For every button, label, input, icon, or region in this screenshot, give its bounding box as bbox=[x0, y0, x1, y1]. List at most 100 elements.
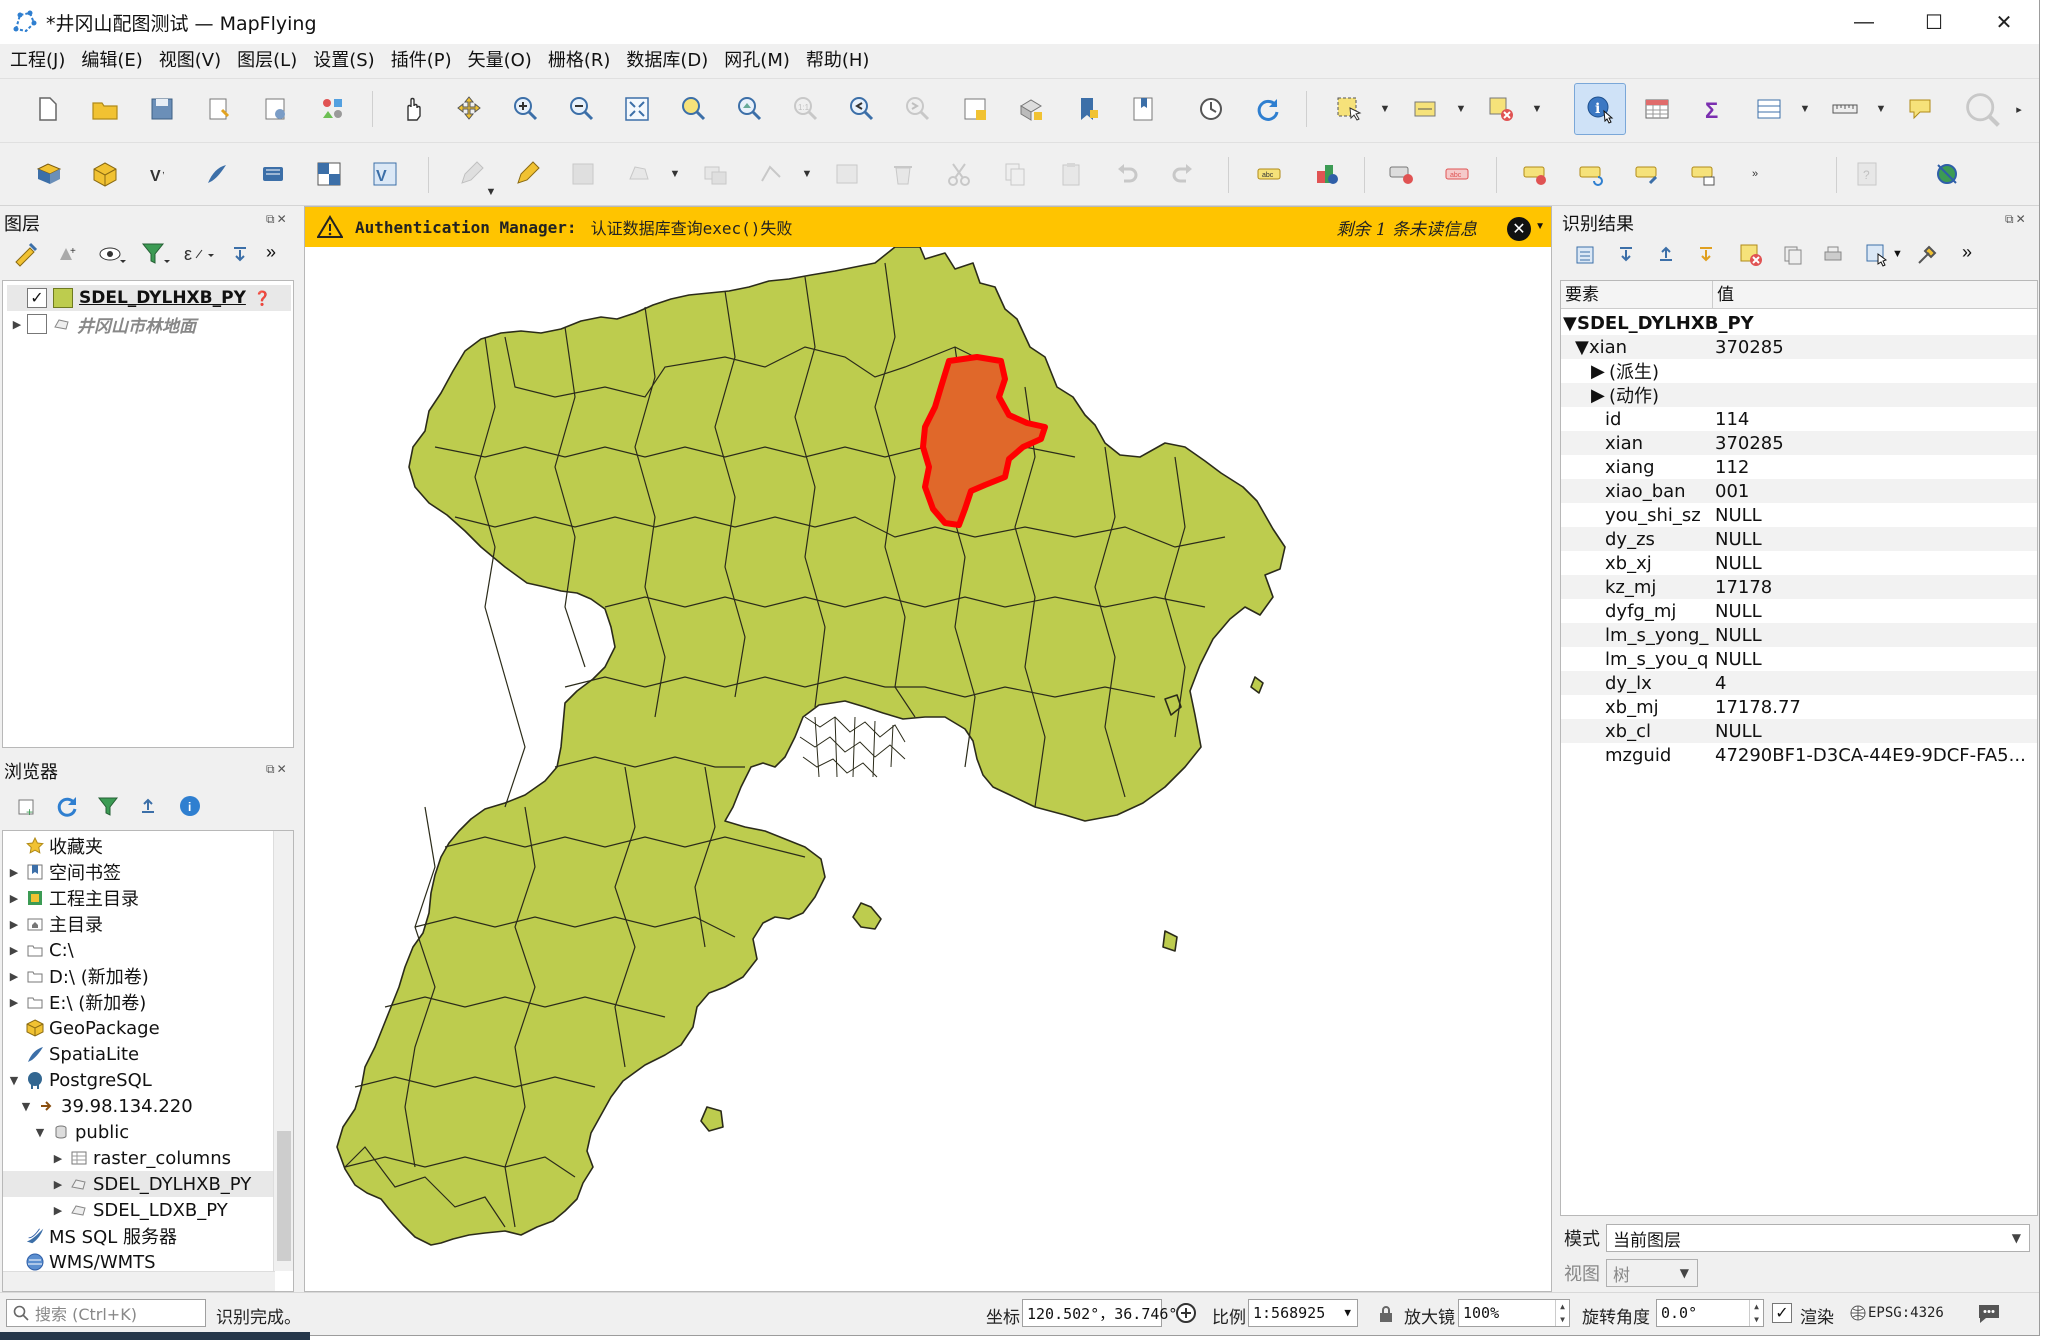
new-map-view-icon[interactable] bbox=[958, 92, 992, 126]
layers-more-icon[interactable]: » bbox=[266, 242, 276, 263]
expand-arrow-icon[interactable]: ▶ bbox=[7, 944, 21, 957]
crs-value[interactable]: EPSG:4326 bbox=[1868, 1305, 1944, 1321]
browser-item[interactable]: ▼ 39.98.134.220 bbox=[3, 1093, 193, 1119]
refresh-icon[interactable] bbox=[1250, 92, 1284, 126]
identified-feature-row[interactable]: ▼ xian 370285 bbox=[1561, 335, 2037, 359]
add-raster-icon[interactable] bbox=[312, 157, 346, 191]
expand-arrow-icon[interactable]: ▶ bbox=[7, 866, 21, 879]
expand-arrow-icon[interactable]: ▶ bbox=[51, 1178, 65, 1191]
collapse-arrow-icon[interactable]: ▼ bbox=[1575, 337, 1589, 358]
add-spatialite-icon[interactable] bbox=[200, 157, 234, 191]
new-geopackage-layer-icon[interactable] bbox=[88, 157, 122, 191]
select-features-icon[interactable] bbox=[1332, 92, 1366, 126]
identify-panel-float-close-icon[interactable]: ⧉✕ bbox=[2005, 212, 2028, 227]
locator-search-input[interactable]: 搜索 (Ctrl+K) bbox=[6, 1299, 206, 1327]
label-toolbar-icon[interactable]: abc bbox=[1252, 157, 1286, 191]
attribute-row[interactable]: mzguid 47290BF1-D3CA-44E9-9DCF-FA5... bbox=[1561, 743, 2037, 767]
select-value-dropdown-icon[interactable]: ▼ bbox=[1454, 102, 1468, 116]
spin-arrows-icon[interactable]: ▲ ▼ bbox=[1749, 1300, 1763, 1326]
expand-tree-icon[interactable] bbox=[1574, 244, 1596, 266]
browser-item[interactable]: ▶ 主目录 bbox=[3, 911, 103, 937]
diagram-options-icon[interactable] bbox=[1310, 157, 1344, 191]
spin-arrows-icon[interactable]: ▲ ▼ bbox=[1555, 1300, 1569, 1326]
new-bookmark-icon[interactable] bbox=[1070, 92, 1104, 126]
new-3d-view-icon[interactable] bbox=[1014, 92, 1048, 126]
crs-globe-icon[interactable] bbox=[1850, 1305, 1866, 1321]
menu-mesh[interactable]: 网孔(M) bbox=[724, 46, 790, 72]
copy-feature-icon[interactable] bbox=[1782, 244, 1804, 266]
new-project-icon[interactable] bbox=[30, 92, 64, 126]
modify-attributes-icon[interactable] bbox=[830, 157, 864, 191]
minimize-button[interactable]: — bbox=[1829, 0, 1899, 44]
paste-features-icon[interactable] bbox=[1054, 157, 1088, 191]
field-calculator-icon[interactable]: Σ bbox=[1696, 92, 1730, 126]
mode-select[interactable]: 当前图层 ▼ bbox=[1606, 1224, 2030, 1252]
layout-manager-icon[interactable] bbox=[258, 92, 292, 126]
vertex-dropdown-icon[interactable]: ▼ bbox=[800, 167, 814, 181]
browser-item[interactable]: ▶ E:\ (新加卷) bbox=[3, 989, 147, 1015]
attribute-row[interactable]: kz_mj 17178 bbox=[1561, 575, 2037, 599]
identify-settings-icon[interactable] bbox=[1914, 242, 1940, 268]
maximize-button[interactable]: ☐ bbox=[1899, 0, 1969, 44]
deselect-dropdown-icon[interactable]: ▼ bbox=[1530, 102, 1544, 116]
rotation-spinbox[interactable]: 0.0° ▲ ▼ bbox=[1656, 1299, 1764, 1327]
browser-item[interactable]: GeoPackage bbox=[3, 1015, 160, 1041]
column-feature-header[interactable]: 要素 bbox=[1561, 281, 1713, 308]
menu-view[interactable]: 视图(V) bbox=[159, 46, 221, 72]
map-tips-icon[interactable] bbox=[1904, 92, 1938, 126]
expand-arrow-icon[interactable]: ▶ bbox=[7, 892, 21, 905]
attribute-table-icon[interactable] bbox=[1640, 92, 1674, 126]
menu-vector[interactable]: 矢量(O) bbox=[468, 46, 532, 72]
layer-warning-icon[interactable]: ❓ bbox=[254, 290, 271, 307]
add-feature-dropdown-icon[interactable]: ▼ bbox=[668, 167, 682, 181]
zoom-last-icon[interactable] bbox=[844, 92, 878, 126]
zoom-to-layer-icon[interactable] bbox=[732, 92, 766, 126]
cut-features-icon[interactable] bbox=[942, 157, 976, 191]
layer-visibility-checkbox[interactable] bbox=[27, 314, 47, 334]
open-project-icon[interactable] bbox=[88, 92, 122, 126]
more-tools-icon[interactable]: ▸ bbox=[2012, 102, 2026, 116]
unread-messages-count[interactable]: 剩余 1 条未读信息 bbox=[1336, 215, 1477, 240]
pan-to-selection-icon[interactable] bbox=[452, 92, 486, 126]
coordinate-field[interactable]: 120.502°，36.746° bbox=[1022, 1299, 1177, 1327]
toggle-editing-icon[interactable] bbox=[454, 157, 488, 191]
current-edits-icon[interactable] bbox=[510, 157, 544, 191]
print-results-icon[interactable] bbox=[1822, 244, 1844, 266]
close-message-button[interactable]: ✕ bbox=[1507, 217, 1531, 241]
layer-row[interactable]: ✓ SDEL_DYLHXB_PY ❓ bbox=[7, 285, 291, 311]
label-more-icon[interactable]: » bbox=[1748, 167, 1762, 181]
refresh-browser-icon[interactable] bbox=[54, 794, 80, 820]
add-feature-icon[interactable] bbox=[622, 157, 656, 191]
move-label-icon[interactable] bbox=[1518, 157, 1552, 191]
filter-browser-icon[interactable] bbox=[96, 794, 120, 818]
add-group-icon[interactable]: + bbox=[56, 242, 80, 266]
browser-item[interactable]: ▶ SDEL_LDXB_PY bbox=[3, 1197, 228, 1223]
collapse-tree-icon[interactable] bbox=[1656, 244, 1676, 264]
redo-icon[interactable] bbox=[1166, 157, 1200, 191]
deselect-all-icon[interactable] bbox=[1484, 92, 1518, 126]
identify-mode-dropdown-icon[interactable]: ▼ bbox=[1892, 248, 1903, 260]
derived-group-row[interactable]: ▶ (派生) bbox=[1561, 359, 2037, 384]
expand-arrow-icon[interactable]: ▶ bbox=[51, 1204, 65, 1217]
layers-panel-float-close-icon[interactable]: ⧉✕ bbox=[266, 212, 289, 227]
vertex-tool-icon[interactable] bbox=[754, 157, 788, 191]
menu-edit[interactable]: 编辑(E) bbox=[81, 46, 142, 72]
collapse-arrow-icon[interactable]: ▼ bbox=[33, 1126, 47, 1139]
close-window-button[interactable]: ✕ bbox=[1969, 0, 2039, 44]
identify-features-icon[interactable]: i bbox=[1574, 83, 1626, 135]
attribute-row[interactable]: dyfg_mj NULL bbox=[1561, 599, 2037, 623]
temporal-controller-icon[interactable] bbox=[1194, 92, 1228, 126]
clear-results-icon[interactable] bbox=[1738, 242, 1764, 268]
menu-project[interactable]: 工程(J) bbox=[10, 46, 65, 72]
properties-info-icon[interactable]: i bbox=[178, 794, 202, 818]
pin-labels-icon[interactable] bbox=[1384, 157, 1418, 191]
expand-arrow-icon[interactable]: ▶ bbox=[7, 918, 21, 931]
attribute-row[interactable]: you_shi_sz NULL bbox=[1561, 503, 2037, 527]
attribute-row[interactable]: xb_xj NULL bbox=[1561, 551, 2037, 575]
collapse-arrow-icon[interactable]: ▼ bbox=[19, 1100, 33, 1113]
expand-arrow-icon[interactable]: ▶ bbox=[1591, 361, 1605, 382]
browser-item[interactable]: ▶ 空间书签 bbox=[3, 859, 121, 885]
menu-help[interactable]: 帮助(H) bbox=[806, 46, 870, 72]
browser-item[interactable]: ▶ 工程主目录 bbox=[3, 885, 139, 911]
identify-more-icon[interactable]: » bbox=[1962, 242, 1972, 263]
